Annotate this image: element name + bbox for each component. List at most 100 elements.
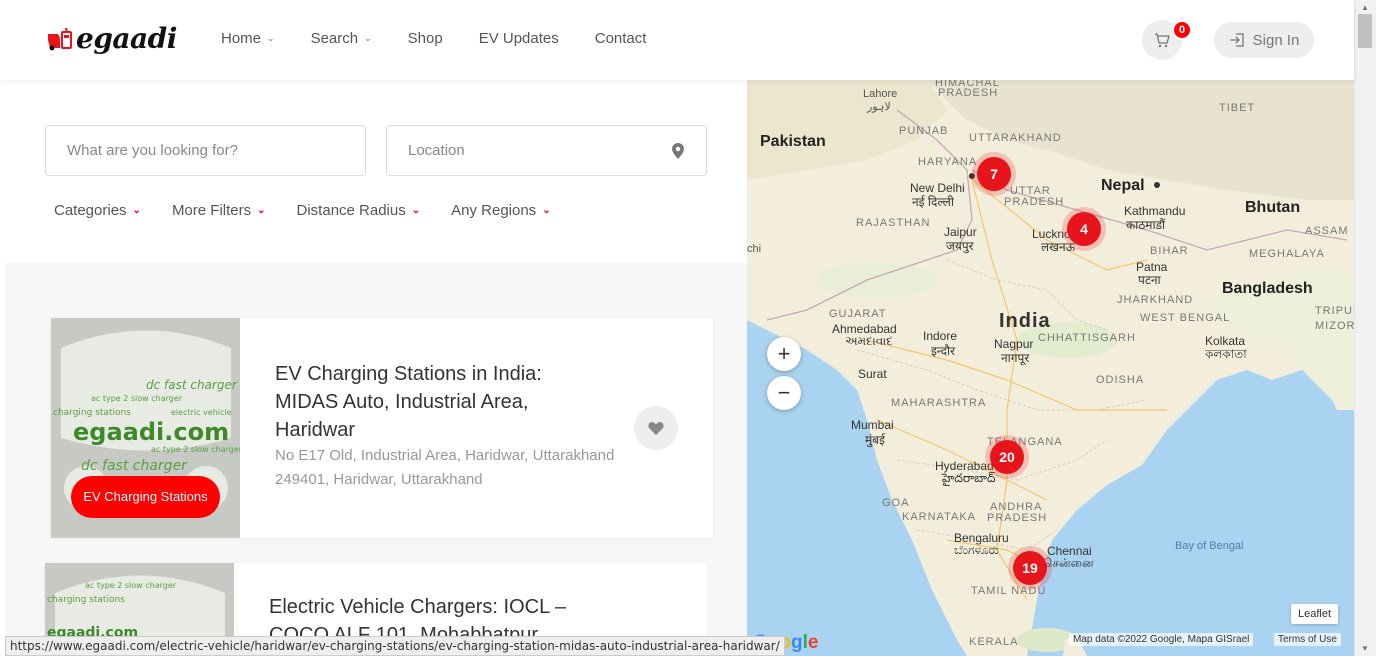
- filter-more-filters-label: More Filters: [171, 202, 252, 219]
- map-label: UTTARAKHAND: [969, 132, 1062, 144]
- sign-in-label: Sign In: [1252, 31, 1300, 49]
- location-pin-icon[interactable]: [672, 143, 684, 159]
- map-label: GUJARAT: [829, 308, 887, 320]
- map-label: PUNJAB: [899, 125, 949, 137]
- cluster-count: 19: [1013, 551, 1047, 585]
- scrollbar-thumb[interactable]: [1358, 14, 1372, 48]
- map[interactable]: HIMACHAL Lahore PRADESH لاہور TIBET PUNJ…: [747, 80, 1354, 656]
- chevron-down-icon: ⌄: [542, 205, 551, 216]
- map-label: PRADESH: [987, 512, 1048, 524]
- page-scrollbar[interactable]: ▲ ▼: [1354, 0, 1376, 656]
- map-label: CHHATTISGARH: [1038, 332, 1136, 344]
- map-label: TIBET: [1219, 102, 1256, 114]
- thumb-word: ac type 2 slow charger: [85, 581, 177, 590]
- listing-title[interactable]: EV Charging Stations in India: MIDAS Aut…: [275, 360, 605, 444]
- nav-shop[interactable]: Shop: [408, 30, 443, 47]
- filter-more-filters[interactable]: More Filters ⌄: [172, 202, 266, 219]
- map-cluster-marker[interactable]: 4: [1062, 207, 1106, 251]
- map-cluster-marker[interactable]: 7: [972, 152, 1016, 196]
- category-badge[interactable]: EV Charging Stations: [71, 476, 220, 518]
- chevron-down-icon: ⌄: [411, 205, 421, 216]
- logo-text: egaadi: [76, 22, 177, 55]
- chevron-down-icon: ⌄: [257, 205, 266, 216]
- map-label: TRIPURA: [1315, 305, 1354, 317]
- search-input[interactable]: What are you looking for?: [45, 125, 366, 176]
- map-cluster-marker[interactable]: 19: [1008, 546, 1052, 590]
- listing-card[interactable]: dc fast charger ac type 2 slow charger c…: [51, 318, 713, 538]
- chevron-down-icon: ⌄: [132, 205, 141, 216]
- map-label: WEST BENGAL: [1140, 312, 1231, 324]
- map-label: chi: [747, 243, 762, 255]
- map-label-city: Indore: [923, 329, 958, 343]
- filter-distance-radius[interactable]: Distance Radius ⌄: [297, 202, 421, 219]
- listing-thumbnail[interactable]: dc fast charger ac type 2 slow charger c…: [51, 318, 240, 538]
- sign-in-icon: [1229, 33, 1244, 47]
- sign-in-button[interactable]: Sign In: [1214, 22, 1314, 58]
- logo[interactable]: egaadi: [46, 22, 177, 55]
- map-label: JHARKHAND: [1117, 294, 1194, 306]
- nav-ev-updates-label: EV Updates: [478, 30, 559, 47]
- map-label-city: मुंबई: [865, 433, 885, 447]
- cart-icon: [1155, 33, 1170, 48]
- filter-categories[interactable]: Categories ⌄: [54, 202, 141, 219]
- site-header: egaadi Home ⌄ Search ⌄ Shop EV Updates Con…: [0, 0, 1354, 80]
- map-cluster-marker[interactable]: 20: [985, 435, 1029, 479]
- map-label-city: Surat: [858, 367, 887, 381]
- thumb-word: charging stations: [47, 595, 125, 605]
- map-label-country: Pakistan: [760, 133, 826, 150]
- cart-count-badge: 0: [1172, 20, 1192, 40]
- nav-contact[interactable]: Contact: [595, 30, 647, 47]
- thumb-word: ac type 2 slow charger: [151, 445, 240, 454]
- leaflet-attribution[interactable]: Leaflet: [1291, 604, 1339, 624]
- map-label-country: Bangladesh: [1222, 280, 1313, 297]
- map-label-city: पटना: [1138, 273, 1161, 287]
- map-label: Lahore: [863, 88, 898, 100]
- map-label-city: काठमाडौं: [1126, 218, 1166, 232]
- scroll-up-arrow-icon[interactable]: ▲: [1361, 3, 1369, 12]
- cluster-count: 20: [990, 440, 1024, 474]
- terms-link[interactable]: Terms of Use: [1274, 633, 1341, 646]
- chevron-down-icon: ⌄: [364, 33, 372, 43]
- thumb-word: dc fast charger: [146, 378, 237, 392]
- zoom-in-button[interactable]: +: [767, 337, 801, 371]
- map-label: MAHARASHTRA: [891, 397, 987, 409]
- map-label: RAJASTHAN: [856, 217, 931, 229]
- chevron-down-icon: ⌄: [267, 33, 275, 43]
- cluster-count: 7: [977, 157, 1011, 191]
- map-label: PRADESH: [938, 87, 999, 99]
- search-area: What are you looking for? Location Categ…: [5, 80, 747, 263]
- map-label-city: Mumbai: [851, 418, 894, 432]
- thumb-word: dc fast charger: [81, 458, 187, 474]
- thumb-word: ac type 2 slow charger: [91, 394, 183, 403]
- map-label-city: नागपूर: [1001, 351, 1030, 365]
- map-label-city: जयपुर: [946, 239, 974, 253]
- map-label-city: ಬೆಂಗಳೂರು: [954, 543, 999, 557]
- filter-bar: Categories ⌄ More Filters ⌄ Distance Radiu…: [54, 202, 582, 219]
- map-label-sea: Bay of Bengal: [1175, 540, 1244, 552]
- map-label: PRADESH: [1004, 196, 1065, 208]
- nav-search[interactable]: Search ⌄: [311, 30, 372, 47]
- map-label-city: અમદાવાદ: [845, 334, 893, 348]
- filter-categories-label: Categories: [54, 202, 127, 219]
- map-label-city: কলকাতা: [1205, 347, 1247, 361]
- zoom-out-button[interactable]: −: [767, 376, 801, 410]
- map-label-city: इन्दौर: [931, 344, 955, 358]
- nav-search-label: Search: [310, 30, 359, 47]
- map-label: MEGHALAYA: [1249, 248, 1325, 260]
- scroll-down-arrow-icon[interactable]: ▼: [1361, 644, 1369, 653]
- location-placeholder: Location: [408, 142, 465, 159]
- charger-logo-icon: [46, 26, 74, 52]
- filter-any-regions[interactable]: Any Regions ⌄: [451, 202, 550, 219]
- listing-address: No E17 Old, Industrial Area, Haridwar, U…: [275, 447, 615, 488]
- location-input[interactable]: Location: [386, 125, 707, 176]
- nav-home[interactable]: Home ⌄: [221, 30, 275, 47]
- map-label-country: India: [999, 310, 1051, 332]
- cluster-count: 4: [1067, 212, 1101, 246]
- favorite-button[interactable]: [634, 406, 678, 450]
- map-label: GOA: [882, 497, 910, 509]
- map-label: ASSAM: [1305, 225, 1349, 237]
- map-label-city: హైదరాబాద్: [942, 471, 996, 485]
- nav-ev-updates[interactable]: EV Updates: [479, 30, 559, 47]
- thumb-site-text: egaadi.com: [73, 418, 230, 446]
- nav-shop-label: Shop: [407, 30, 443, 47]
